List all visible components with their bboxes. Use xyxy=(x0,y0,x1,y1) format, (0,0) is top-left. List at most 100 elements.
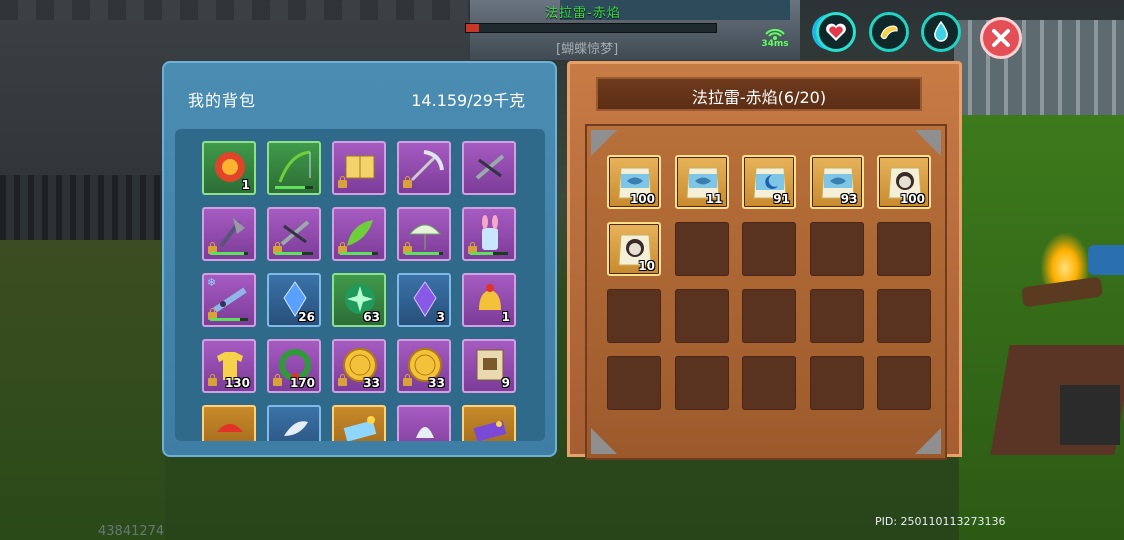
item-quantity: 1 xyxy=(501,310,510,324)
chest-slot-empty[interactable] xyxy=(674,356,729,410)
durability-bar xyxy=(340,252,378,255)
item-quantity: 33 xyxy=(428,376,445,390)
chest-slot-empty[interactable] xyxy=(674,222,729,276)
corner-ornament xyxy=(915,130,941,156)
backpack-slot[interactable] xyxy=(267,405,321,441)
backpack-slot[interactable] xyxy=(332,141,386,195)
backpack-header: 我的背包 14.159/29千克 xyxy=(164,63,555,129)
chest-slot[interactable]: 93 xyxy=(809,155,864,209)
chest-slot-empty[interactable] xyxy=(877,356,931,410)
backpack-slot[interactable]: ❄ xyxy=(202,273,256,327)
backpack-slot[interactable] xyxy=(397,405,451,441)
background-grass xyxy=(959,115,1124,540)
health-button[interactable] xyxy=(816,12,856,52)
backpack-slot[interactable] xyxy=(202,405,256,441)
backpack-slot[interactable]: 1 xyxy=(462,273,516,327)
item-quantity: 100 xyxy=(899,192,925,206)
chest-slot-empty[interactable] xyxy=(742,289,796,343)
snowflake-icon: ❄ xyxy=(207,276,217,289)
chest-slot-empty[interactable] xyxy=(607,356,661,410)
chest-slot-empty[interactable] xyxy=(809,356,864,410)
backpack-weight: 14.159/29千克 xyxy=(411,91,525,110)
durability-fill xyxy=(405,252,440,255)
chest-slot[interactable]: 10 xyxy=(607,222,661,276)
durability-fill xyxy=(210,252,245,255)
durability-bar xyxy=(210,252,248,255)
chest-slot-empty[interactable] xyxy=(809,289,864,343)
backpack-grid-container[interactable]: 1 ❄ 26 63 3 1 130 170 33 33 9 xyxy=(175,129,545,441)
corner-ornament xyxy=(915,428,941,454)
chest-titlebar: 法拉雷-赤焰(6/20) xyxy=(596,77,922,111)
background-structure-dark xyxy=(1060,385,1120,445)
chest-slot-empty[interactable] xyxy=(742,356,796,410)
item-quantity: 93 xyxy=(840,192,858,206)
thirst-button[interactable] xyxy=(921,12,961,52)
player-id-text: PID: 250110113273136 xyxy=(875,515,1006,528)
item-quantity: 26 xyxy=(298,310,315,324)
chest-board: 100 11 91 93 100 10 xyxy=(585,124,947,460)
chest-slot-empty[interactable] xyxy=(607,289,661,343)
backpack-slot[interactable]: 3 xyxy=(397,273,451,327)
chest-slot-empty[interactable] xyxy=(674,289,729,343)
chest-slot[interactable]: 100 xyxy=(877,155,931,209)
backpack-slot[interactable] xyxy=(397,207,451,261)
red-item-icon xyxy=(211,412,249,441)
item-quantity: 130 xyxy=(224,376,250,390)
backpack-title: 我的背包 xyxy=(188,91,257,110)
backpack-slot[interactable]: 1 xyxy=(202,141,256,195)
durability-bar xyxy=(210,318,248,321)
backpack-slot[interactable] xyxy=(267,141,321,195)
item-quantity: 33 xyxy=(363,376,380,390)
chest-slot-empty[interactable] xyxy=(877,289,931,343)
backpack-slot[interactable] xyxy=(397,141,451,195)
durability-fill xyxy=(210,318,241,321)
background-ground xyxy=(0,240,165,540)
durability-fill xyxy=(275,252,302,255)
close-button[interactable] xyxy=(980,17,1022,59)
lock-icon xyxy=(273,374,282,386)
corner-ornament xyxy=(591,130,617,156)
backpack-slot[interactable]: 9 xyxy=(462,339,516,393)
backpack-slot[interactable]: 130 xyxy=(202,339,256,393)
chest-slot-empty[interactable] xyxy=(742,222,796,276)
chest-slot[interactable]: 91 xyxy=(742,155,796,209)
lock-icon xyxy=(338,176,347,188)
target-hp-bar xyxy=(465,23,717,33)
item-quantity: 1 xyxy=(241,178,250,192)
target-subtitle: [蝴蝶惊梦] xyxy=(556,42,619,57)
backpack-slot[interactable] xyxy=(332,207,386,261)
backpack-slot[interactable]: 33 xyxy=(397,339,451,393)
chest-slot[interactable]: 100 xyxy=(607,155,661,209)
corner-ornament xyxy=(591,428,617,454)
item-quantity: 9 xyxy=(501,376,510,390)
backpack-slot[interactable] xyxy=(462,207,516,261)
backpack-slot[interactable] xyxy=(202,207,256,261)
backpack-slot[interactable]: 33 xyxy=(332,339,386,393)
backpack-slot[interactable]: 26 xyxy=(267,273,321,327)
chest-slot-empty[interactable] xyxy=(809,222,864,276)
backpack-slot[interactable] xyxy=(267,207,321,261)
hunger-button[interactable] xyxy=(869,12,909,52)
backpack-slot[interactable] xyxy=(462,141,516,195)
food-icon xyxy=(880,25,898,40)
feather-icon xyxy=(276,412,314,441)
backpack-panel: 我的背包 14.159/29千克 1 ❄ 26 63 3 1 130 170 33 33 9 xyxy=(162,61,557,457)
wifi-signal-icon xyxy=(765,28,785,40)
backpack-slot[interactable] xyxy=(332,405,386,441)
item-quantity: 170 xyxy=(289,376,315,390)
lock-icon xyxy=(338,374,347,386)
item-quantity: 10 xyxy=(638,259,655,273)
backpack-slot[interactable]: 63 xyxy=(332,273,386,327)
backpack-slot[interactable]: 170 xyxy=(267,339,321,393)
item-quantity: 100 xyxy=(629,192,655,206)
backpack-slot[interactable] xyxy=(462,405,516,441)
user-id-text: 43841274 xyxy=(98,524,165,539)
durability-bar xyxy=(405,252,443,255)
target-hp-fill xyxy=(466,24,479,32)
water-drop-icon xyxy=(934,21,948,42)
white-item-icon xyxy=(406,412,444,441)
chest-panel: 法拉雷-赤焰(6/20) 100 11 91 93 100 10 xyxy=(567,61,962,460)
backpack-grid: 1 ❄ 26 63 3 1 130 170 33 33 9 xyxy=(202,141,516,441)
chest-slot-empty[interactable] xyxy=(877,222,931,276)
chest-slot[interactable]: 11 xyxy=(674,155,729,209)
